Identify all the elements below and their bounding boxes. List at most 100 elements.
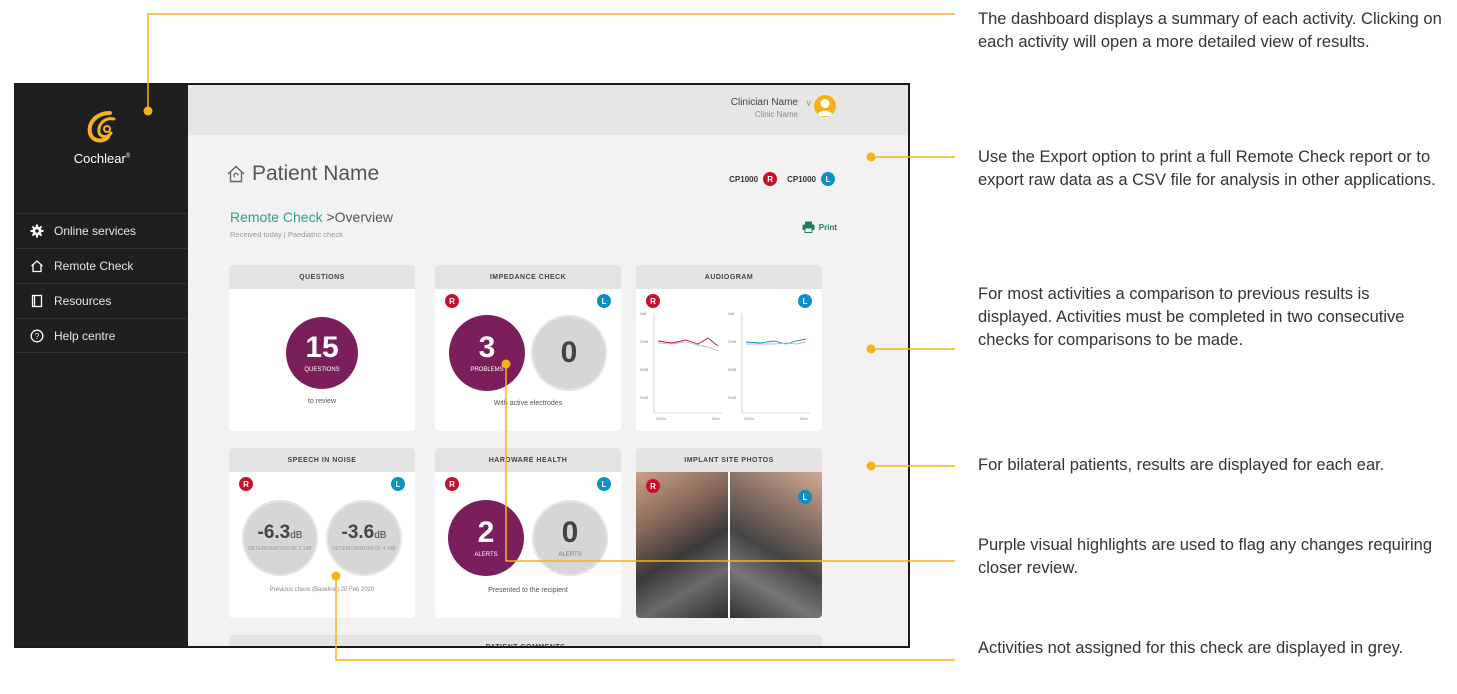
help-icon: ? [30,329,44,343]
speech-in-noise-card[interactable]: SPEECH IN NOISE R L -6.3dB DETERIORATION… [229,448,415,618]
hardware-caption: Presented to the recipient [488,587,568,594]
audiogram-chart: 0dB 30dB 60dB 90dB 0dB 30dB 60dB 90dB 25… [640,312,810,421]
gear-icon [30,224,44,238]
annotation-bilateral: For bilateral patients, results are disp… [978,456,1385,474]
right-ear-badge: R [763,172,778,186]
svg-text:?: ? [35,332,40,341]
right-implant-photo[interactable] [636,472,728,618]
speech-left-value: -3.6 [341,522,375,544]
hardware-left-label: ALERTS [558,552,582,558]
right-ear-line [657,337,719,347]
questions-card-title: QUESTIONS [229,265,415,289]
right-ear-previous-line [657,341,719,352]
clinic-name: Clinic Name [754,110,798,119]
sidebar-item-remote-check[interactable]: Remote Check [16,248,188,283]
home-ear-icon [30,259,44,273]
print-button[interactable]: Print [802,221,837,233]
sidebar-item-online-services[interactable]: Online services [16,213,188,248]
implant-site-photos-card[interactable]: IMPLANT SITE PHOTOS R L [636,448,822,618]
speech-right-value: -6.3 [257,522,291,544]
left-ear-line [745,338,807,345]
right-ear-badge: R [239,477,253,491]
chevron-down-icon[interactable]: ∨ [805,98,812,109]
top-bar: Clinician Name Clinic Name ∨ [188,85,908,135]
left-ear-badge: L [798,490,812,504]
breadcrumb-separator: > [326,209,335,225]
left-ear-badge: L [391,477,405,491]
impedance-left-value: 0 [560,336,578,369]
patient-comments-card[interactable]: PATIENT COMMENTS [229,635,822,646]
left-ear-badge: L [597,477,611,491]
left-ear-badge: L [821,172,835,186]
sidebar-item-label: Help centre [54,328,116,343]
photos-card-title: IMPLANT SITE PHOTOS [636,448,822,472]
sidebar: Cochlear® Online services Remote Check R… [16,85,188,646]
avatar[interactable] [814,95,836,117]
hardware-right-value: 2 [477,516,495,549]
right-ear-badge: R [445,477,459,491]
x-tick-250hz: 250Hz [744,417,754,421]
breadcrumb-remote-check[interactable]: Remote Check [230,209,323,225]
questions-count-label: QUESTIONS [304,367,340,373]
x-tick-250hz: 250Hz [656,417,666,421]
cochlear-swirl-icon [87,111,116,143]
clinician-menu[interactable]: Clinician Name Clinic Name [731,97,798,119]
hardware-right-label: ALERTS [474,552,498,558]
annotation-export-option: Use the Export option to print a full Re… [978,148,1436,189]
speech-left-unit: dB [374,530,387,542]
breadcrumb: Remote Check >Overview [230,209,393,225]
right-ear-badge: R [445,294,459,308]
y-tick-60db: 60dB [728,368,737,372]
left-ear-badge: L [597,294,611,308]
impedance-right-label: PROBLEMS [470,367,504,373]
speech-card-title: SPEECH IN NOISE [229,448,415,472]
audiogram-card-title: AUDIOGRAM [636,265,822,289]
sidebar-item-label: Online services [54,224,137,238]
y-tick-90db: 90dB [640,396,649,400]
clinician-name: Clinician Name [730,97,798,108]
home-ear-icon [227,165,245,183]
sidebar-item-resources[interactable]: Resources [16,283,188,318]
brand-name: Cochlear [73,151,126,166]
comments-card-title: PATIENT COMMENTS [229,635,822,646]
y-tick-90db: 90dB [728,396,737,400]
breadcrumb-overview: Overview [334,209,394,225]
check-subtitle: Received today | Paediatric check [230,230,343,239]
x-tick-8khz: 8kHz [712,417,720,421]
hardware-left-value: 0 [561,516,579,549]
annotation-comparison: For most activities a comparison to prev… [978,285,1405,349]
hardware-right-circle: 2 ALERTS [448,500,524,576]
speech-right-unit: dB [290,530,303,542]
impedance-card-title: IMPEDANCE CHECK [435,265,621,289]
speech-left-circle: -3.6dB DETERIORATION OF 4.7dB [326,500,402,576]
impedance-right-circle: 3 PROBLEMS [449,315,525,391]
y-tick-0db: 0dB [640,312,647,316]
annotation-purple-highlights: Purple visual highlights are used to fla… [978,536,1433,577]
questions-card[interactable]: QUESTIONS 15 QUESTIONS to review [229,265,415,431]
impedance-caption: With active electrodes [493,400,563,407]
annotation-dashboard-summary: The dashboard displays a summary of each… [978,10,1442,51]
sidebar-item-label: Remote Check [54,259,134,273]
app-screen: Cochlear® Online services Remote Check R… [14,83,910,648]
main-content: Patient Name CP1000 R CP1000 L Remote Ch… [188,135,908,646]
device-right-name: CP1000 [729,174,759,184]
right-ear-badge: R [646,294,660,308]
impedance-check-card[interactable]: IMPEDANCE CHECK R L 3 PROBLEMS 0 With ac… [435,265,621,431]
speech-right-circle: -6.3dB DETERIORATION OF 2.1dB [242,500,318,576]
audiogram-card[interactable]: AUDIOGRAM R L 0dB 30dB 60dB 90dB 0dB 30d… [636,265,822,431]
annotation-grey-activities: Activities not assigned for this check a… [978,639,1404,657]
hardware-left-circle: 0 ALERTS [532,500,608,576]
x-tick-8khz: 8kHz [800,417,808,421]
questions-count-circle: 15 QUESTIONS [286,317,358,389]
device-indicators: CP1000 R CP1000 L [729,172,835,186]
hardware-health-card[interactable]: HARDWARE HEALTH R L 2 ALERTS 0 ALERTS Pr… [435,448,621,618]
cochlear-logo[interactable]: Cochlear® [16,107,188,166]
sidebar-nav: Online services Remote Check Resources ?… [16,213,188,353]
speech-right-label: DETERIORATION OF 2.1dB [248,546,312,553]
impedance-right-value: 3 [478,331,496,364]
speech-left-label: DETERIORATION OF 4.7dB [332,546,396,553]
y-tick-60db: 60dB [640,368,649,372]
hardware-card-title: HARDWARE HEALTH [435,448,621,472]
sidebar-item-help-centre[interactable]: ? Help centre [16,318,188,353]
y-tick-30db: 30dB [640,340,649,344]
